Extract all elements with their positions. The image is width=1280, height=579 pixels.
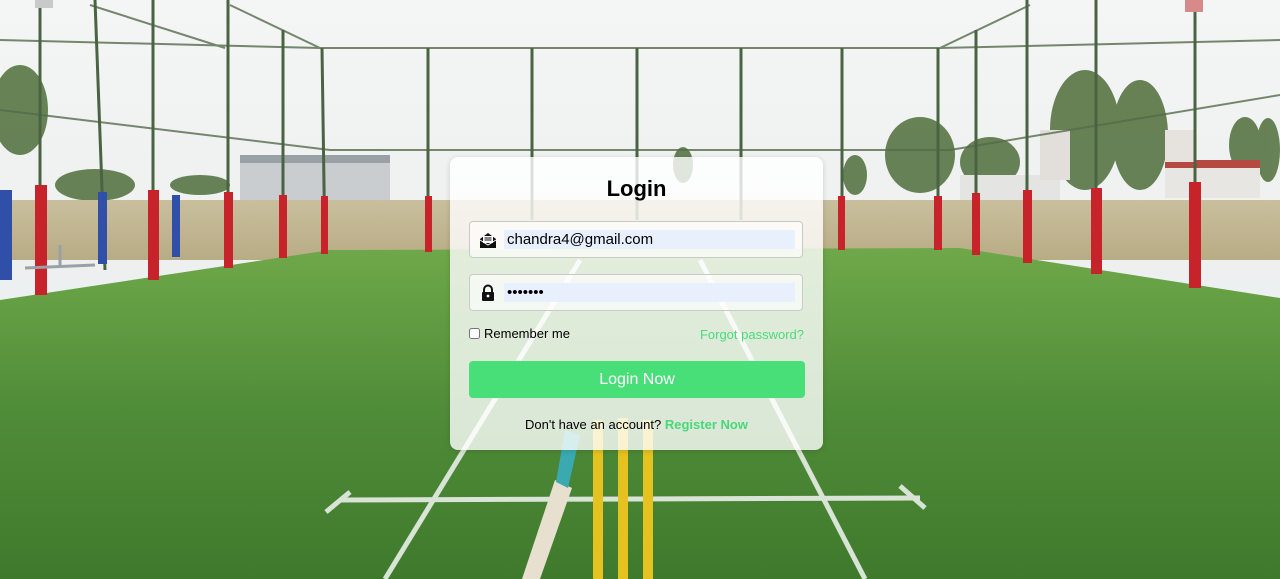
register-link[interactable]: Register Now: [665, 417, 748, 432]
login-card: Login Remember me Forgot password? Login…: [450, 157, 823, 450]
lock-icon: [482, 284, 494, 301]
password-field[interactable]: [469, 274, 803, 311]
register-prompt: Don't have an account? Register Now: [450, 417, 823, 432]
login-title: Login: [606, 176, 667, 201]
email-field[interactable]: [469, 221, 803, 258]
register-prompt-text: Don't have an account?: [525, 417, 662, 432]
remember-me[interactable]: Remember me: [469, 326, 570, 341]
login-button[interactable]: Login Now: [469, 361, 805, 398]
remember-me-checkbox[interactable]: [469, 328, 480, 339]
forgot-password-link[interactable]: Forgot password?: [700, 327, 804, 342]
password-input[interactable]: [504, 283, 795, 302]
remember-me-label: Remember me: [484, 326, 570, 341]
envelope-open-icon: [479, 233, 497, 248]
email-input[interactable]: [504, 230, 795, 249]
